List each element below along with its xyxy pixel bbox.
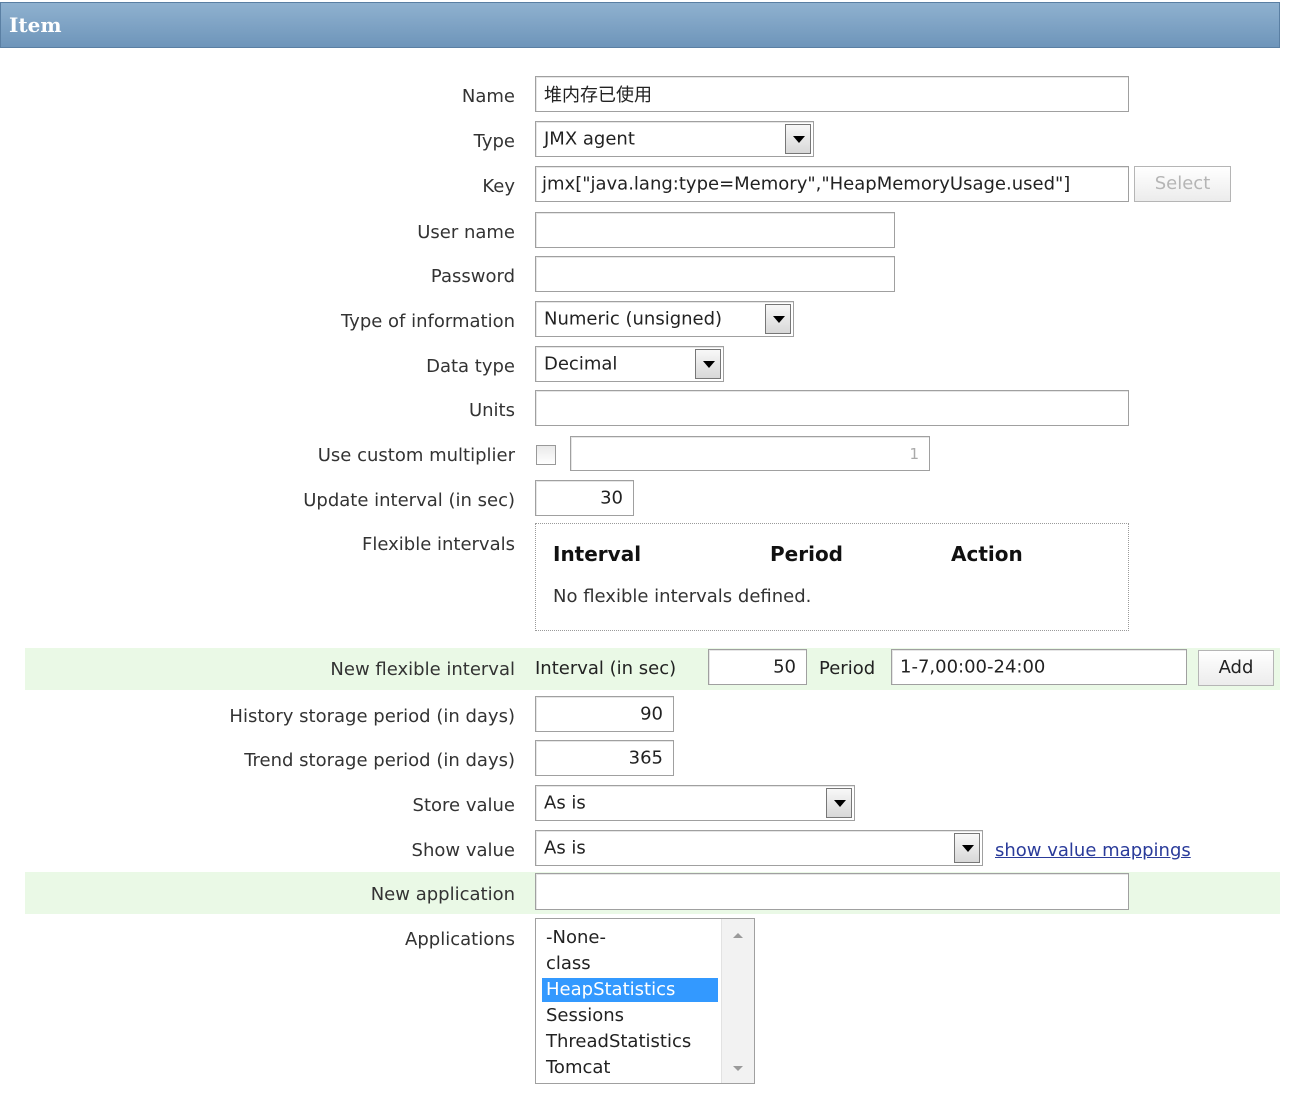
flexible-intervals-table: Interval Period Action No flexible inter…: [535, 523, 1129, 631]
key-label: Key: [482, 176, 515, 197]
trend-storage-input[interactable]: 365: [535, 740, 674, 776]
store-value-label: Store value: [412, 795, 515, 816]
units-input[interactable]: [535, 390, 1129, 426]
listbox-scrollbar[interactable]: [721, 919, 754, 1083]
show-value-label: Show value: [411, 840, 515, 861]
form-header: Item: [0, 2, 1280, 48]
store-value-select[interactable]: As is: [535, 785, 855, 821]
type-select-value: JMX agent: [544, 128, 635, 150]
key-input-value: jmx["java.lang:type=Memory","HeapMemoryU…: [542, 173, 1071, 195]
column-header-action: Action: [951, 542, 1023, 566]
user-name-input[interactable]: [535, 212, 895, 248]
applications-listbox[interactable]: -None- class HeapStatistics Sessions Thr…: [535, 918, 755, 1084]
scroll-down-icon[interactable]: [733, 1066, 743, 1071]
type-label: Type: [473, 131, 515, 152]
data-type-value: Decimal: [544, 353, 618, 375]
empty-message: No flexible intervals defined.: [553, 586, 812, 607]
flexible-intervals-label: Flexible intervals: [362, 534, 515, 555]
add-button[interactable]: Add: [1198, 650, 1274, 686]
list-item[interactable]: ThreadStatistics: [542, 1030, 718, 1054]
store-value-value: As is: [544, 792, 586, 814]
units-label: Units: [468, 400, 515, 421]
column-header-interval: Interval: [553, 542, 642, 566]
name-input[interactable]: 堆内存已使用: [535, 76, 1129, 112]
list-item[interactable]: class: [542, 952, 718, 976]
new-interval-value: 50: [773, 656, 796, 678]
name-input-value: 堆内存已使用: [544, 85, 652, 106]
new-application-input[interactable]: [535, 873, 1129, 910]
type-of-information-select[interactable]: Numeric (unsigned): [535, 301, 794, 337]
update-interval-label: Update interval (in sec): [303, 490, 515, 511]
data-type-select[interactable]: Decimal: [535, 346, 724, 382]
select-button[interactable]: Select: [1134, 166, 1231, 202]
form-title: Item: [9, 13, 62, 37]
list-item[interactable]: Sessions: [542, 1004, 718, 1028]
user-name-label: User name: [417, 222, 515, 243]
list-item[interactable]: Tomcat: [542, 1056, 718, 1080]
name-label: Name: [461, 86, 515, 107]
type-of-information-value: Numeric (unsigned): [544, 308, 723, 330]
show-value-select[interactable]: As is: [535, 830, 983, 866]
data-type-label: Data type: [426, 356, 515, 377]
custom-multiplier-label: Use custom multiplier: [317, 445, 515, 466]
chevron-down-icon[interactable]: [765, 304, 791, 334]
history-storage-input[interactable]: 90: [535, 696, 674, 732]
interval-sec-label: Interval (in sec): [535, 658, 677, 679]
new-period-value: 1-7,00:00-24:00: [900, 656, 1046, 678]
custom-multiplier-value: 1: [909, 444, 919, 463]
show-value-value: As is: [544, 837, 586, 859]
list-item[interactable]: -None-: [542, 926, 718, 950]
column-header-period: Period: [770, 542, 843, 566]
list-item-selected[interactable]: HeapStatistics: [542, 978, 718, 1002]
update-interval-value: 30: [600, 487, 623, 509]
history-storage-label: History storage period (in days): [229, 706, 515, 727]
applications-label: Applications: [405, 929, 515, 950]
password-input[interactable]: [535, 256, 895, 292]
password-label: Password: [430, 266, 515, 287]
new-application-label: New application: [370, 884, 515, 905]
trend-storage-label: Trend storage period (in days): [244, 750, 515, 771]
chevron-down-icon[interactable]: [826, 788, 852, 818]
key-input[interactable]: jmx["java.lang:type=Memory","HeapMemoryU…: [535, 166, 1129, 202]
chevron-down-icon[interactable]: [954, 833, 980, 863]
chevron-down-icon[interactable]: [785, 124, 811, 154]
new-interval-input[interactable]: 50: [708, 649, 807, 685]
period-label: Period: [819, 658, 876, 679]
type-of-information-label: Type of information: [340, 311, 515, 332]
update-interval-input[interactable]: 30: [535, 480, 634, 516]
show-value-mappings-link[interactable]: show value mappings: [995, 840, 1191, 861]
history-storage-value: 90: [640, 703, 663, 725]
new-flexible-interval-label: New flexible interval: [330, 659, 515, 680]
chevron-down-icon[interactable]: [695, 349, 721, 379]
new-period-input[interactable]: 1-7,00:00-24:00: [891, 649, 1187, 685]
custom-multiplier-input[interactable]: 1: [570, 436, 930, 471]
trend-storage-value: 365: [628, 747, 663, 769]
custom-multiplier-checkbox[interactable]: [536, 445, 556, 465]
type-select[interactable]: JMX agent: [535, 121, 814, 157]
scroll-up-icon[interactable]: [733, 933, 743, 938]
